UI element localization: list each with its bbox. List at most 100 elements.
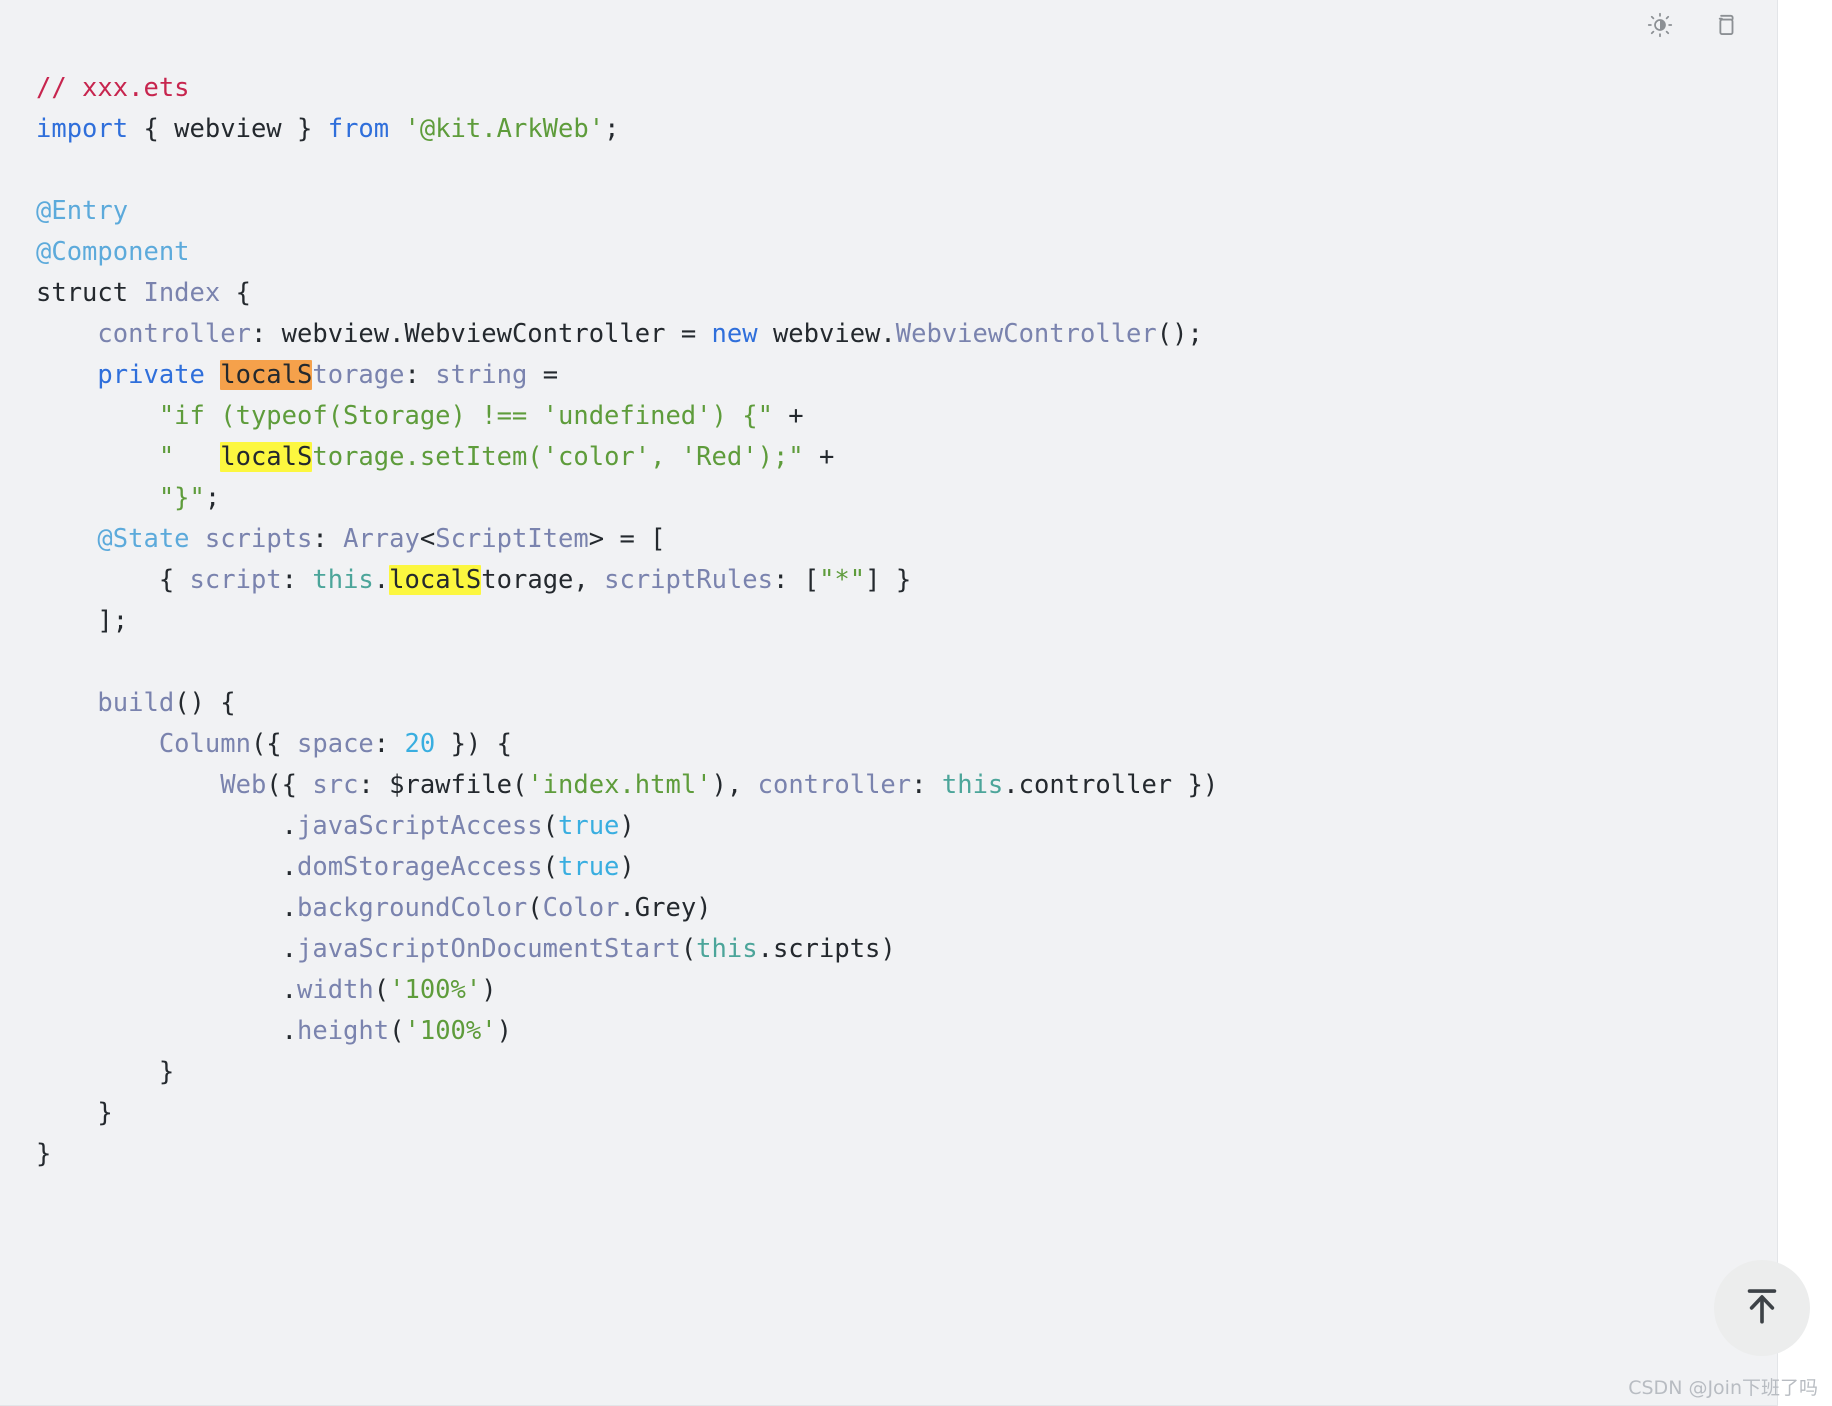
page-root: // xxx.ets import { webview } from '@kit.… <box>0 0 1832 1406</box>
code-token: @Entry <box>36 195 129 226</box>
code-token: { webview } <box>128 113 328 144</box>
code-token: ]; <box>36 605 129 636</box>
code-token: src <box>312 769 359 800</box>
code-token: @State <box>97 523 190 554</box>
code-token: { <box>36 564 190 595</box>
code-token: ( <box>542 851 558 882</box>
code-line: { script: this.localStorage, scriptRules… <box>36 560 1218 601</box>
code-token: @Component <box>36 236 190 267</box>
code-token: : <box>373 728 405 759</box>
code-token: : <box>404 359 420 390</box>
code-line: controller: webview.WebviewController = … <box>36 314 1218 355</box>
code-token: .controller }) <box>1003 769 1219 800</box>
code-token: ), <box>711 769 758 800</box>
code-token: true <box>558 810 620 841</box>
code-token: torage.setItem('color', 'Red');" <box>312 441 804 472</box>
code-block-toolbar <box>1645 10 1741 40</box>
code-token: . <box>36 892 297 923</box>
code-token: struct <box>36 277 144 308</box>
code-token: backgroundColor <box>297 892 528 923</box>
code-token: . <box>36 810 297 841</box>
code-token: + <box>803 441 835 472</box>
theme-toggle-button[interactable] <box>1645 10 1675 40</box>
scroll-to-top-button[interactable] <box>1714 1260 1810 1356</box>
code-token: } <box>36 1056 175 1087</box>
copy-code-button[interactable] <box>1711 10 1741 40</box>
code-block-panel: // xxx.ets import { webview } from '@kit.… <box>0 0 1778 1406</box>
code-line: Column({ space: 20 }) { <box>36 724 1218 765</box>
code-line: "}"; <box>36 478 1218 519</box>
code-token: { <box>220 277 251 308</box>
code-token: space <box>297 728 374 759</box>
code-line: build() { <box>36 683 1218 724</box>
code-line: .backgroundColor(Color.Grey) <box>36 888 1218 929</box>
code-token: string <box>419 359 543 390</box>
code-token: + <box>772 400 804 431</box>
code-line: "if (typeof(Storage) !== 'undefined') {"… <box>36 396 1218 437</box>
code-token: torage, <box>481 564 605 595</box>
code-token: : $rawfile( <box>358 769 528 800</box>
code-line: .height('100%') <box>36 1011 1218 1052</box>
code-token: . <box>36 974 297 1005</box>
code-line: } <box>36 1052 1218 1093</box>
code-token: "if (typeof(Storage) !== 'undefined') {" <box>158 400 773 431</box>
code-token: < <box>419 523 436 554</box>
code-token: width <box>297 974 374 1005</box>
code-token: ( <box>389 1015 405 1046</box>
code-token: ({ <box>266 769 313 800</box>
code-line: import { webview } from '@kit.ArkWeb'; <box>36 109 1218 150</box>
code-token: = <box>542 359 559 390</box>
code-line: .width('100%') <box>36 970 1218 1011</box>
code-token: ; <box>204 482 221 513</box>
search-match[interactable]: localS <box>389 564 482 595</box>
code-token: "*" <box>819 564 866 595</box>
code-token: true <box>558 851 620 882</box>
code-line: private localStorage: string = <box>36 355 1218 396</box>
code-token: '@kit.ArkWeb' <box>404 113 605 144</box>
code-token: . <box>36 851 297 882</box>
code-token: ) <box>481 974 497 1005</box>
search-match-current[interactable]: localS <box>220 359 313 390</box>
search-match[interactable]: localS <box>220 441 313 472</box>
code-token: this <box>696 933 758 964</box>
code-token: '100%' <box>389 974 482 1005</box>
code-token: Color <box>542 892 620 923</box>
code-line: ]; <box>36 601 1218 642</box>
code-line: struct Index { <box>36 273 1218 314</box>
code-line: } <box>36 1134 1218 1175</box>
code-token: controller <box>97 318 251 349</box>
code-token: script <box>189 564 282 595</box>
code-token: ( <box>527 892 543 923</box>
code-token: '100%' <box>404 1015 497 1046</box>
code-token: . <box>36 1015 297 1046</box>
code-line: " localStorage.setItem('color', 'Red');"… <box>36 437 1218 478</box>
code-line: .javaScriptAccess(true) <box>36 806 1218 847</box>
code-line: .javaScriptOnDocumentStart(this.scripts) <box>36 929 1218 970</box>
code-token: WebviewController <box>895 318 1157 349</box>
code-token: } <box>36 1097 113 1128</box>
code-token: scriptRules <box>604 564 773 595</box>
code-token: height <box>297 1015 390 1046</box>
code-token: Web <box>220 769 267 800</box>
code-token: . <box>36 933 297 964</box>
code-token: .scripts) <box>757 933 896 964</box>
code-token: .Grey) <box>619 892 712 923</box>
code-token: import <box>36 113 129 144</box>
watermark-text: CSDN @Join下班了吗 <box>1628 1377 1818 1399</box>
code-line: @State scripts: Array<ScriptItem> = [ <box>36 519 1218 560</box>
code-line: @Component <box>36 232 1218 273</box>
code-token: new <box>711 318 758 349</box>
code-line: @Entry <box>36 191 1218 232</box>
code-token: : webview.WebviewController = <box>250 318 712 349</box>
code-token: Array <box>343 523 420 554</box>
code-token: } <box>36 1138 52 1169</box>
code-token: javaScriptOnDocumentStart <box>297 933 681 964</box>
